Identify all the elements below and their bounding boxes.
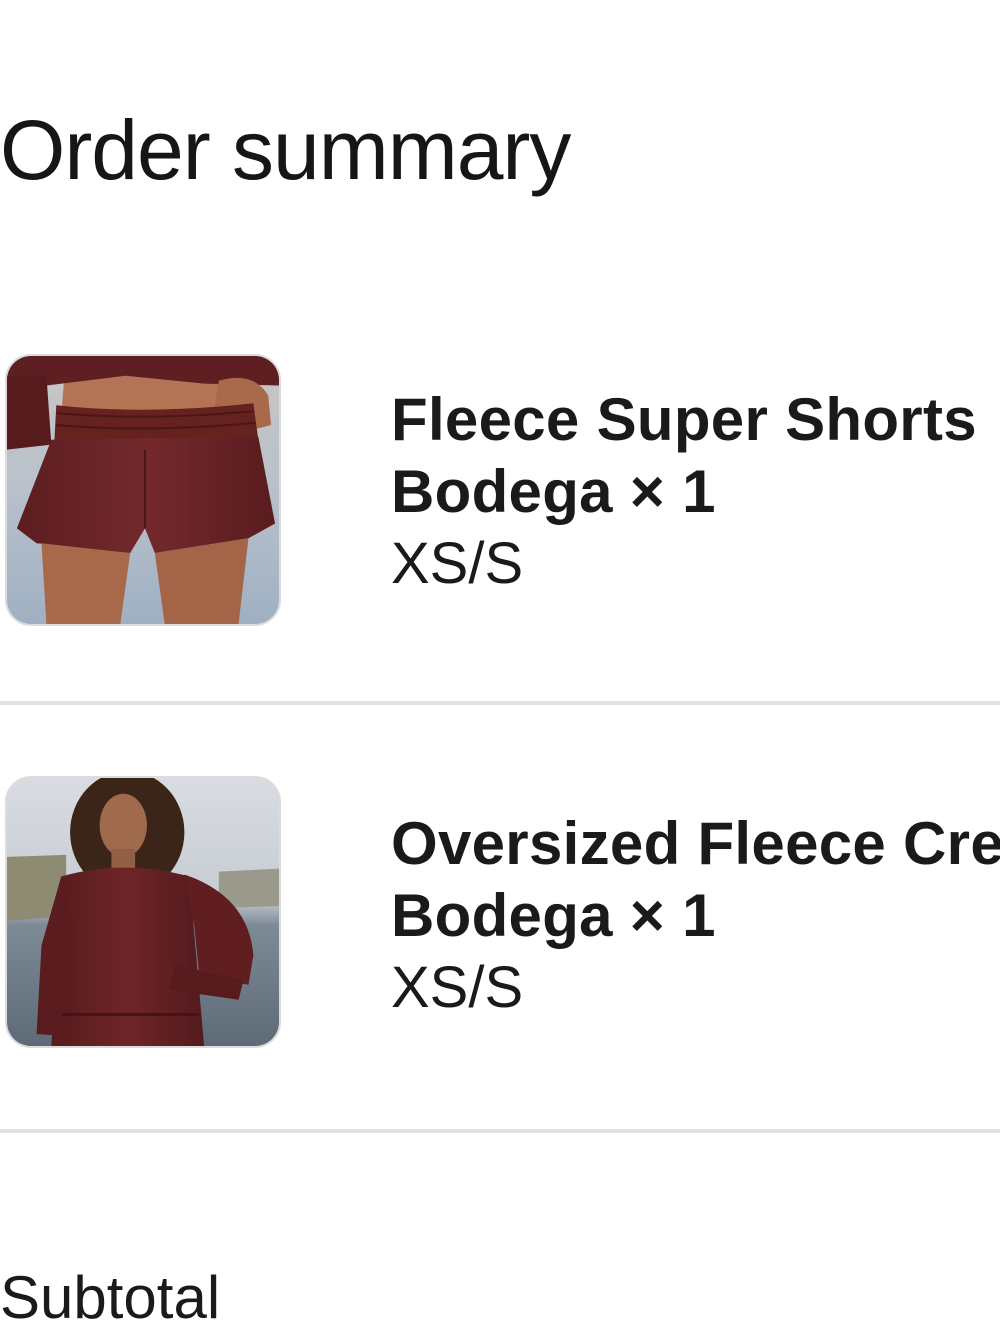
- product-thumbnail-sweatshirt: [5, 776, 281, 1048]
- divider: [0, 1129, 1000, 1133]
- order-line-item: Fleece Super Shorts Bodega × 1 XS/S: [0, 354, 1000, 630]
- product-variant-quantity: Bodega × 1: [391, 882, 716, 949]
- page-title: Order summary: [0, 103, 571, 197]
- product-image-sweatshirt: [7, 778, 279, 1046]
- subtotal-label: Subtotal: [0, 1264, 221, 1331]
- product-variant-quantity: Bodega × 1: [391, 458, 716, 525]
- product-name: Oversized Fleece Crew: [391, 810, 1000, 877]
- product-name: Fleece Super Shorts: [391, 386, 977, 453]
- divider: [0, 701, 1000, 705]
- order-line-item: Oversized Fleece Crew Bodega × 1 XS/S: [0, 776, 1000, 1052]
- line-item-details: Oversized Fleece Crew Bodega × 1 XS/S: [391, 808, 1000, 1024]
- product-size: XS/S: [391, 531, 524, 596]
- product-thumbnail-shorts: [5, 354, 281, 626]
- product-size: XS/S: [391, 955, 524, 1020]
- product-image-shorts: [7, 356, 279, 624]
- line-item-details: Fleece Super Shorts Bodega × 1 XS/S: [391, 384, 1000, 600]
